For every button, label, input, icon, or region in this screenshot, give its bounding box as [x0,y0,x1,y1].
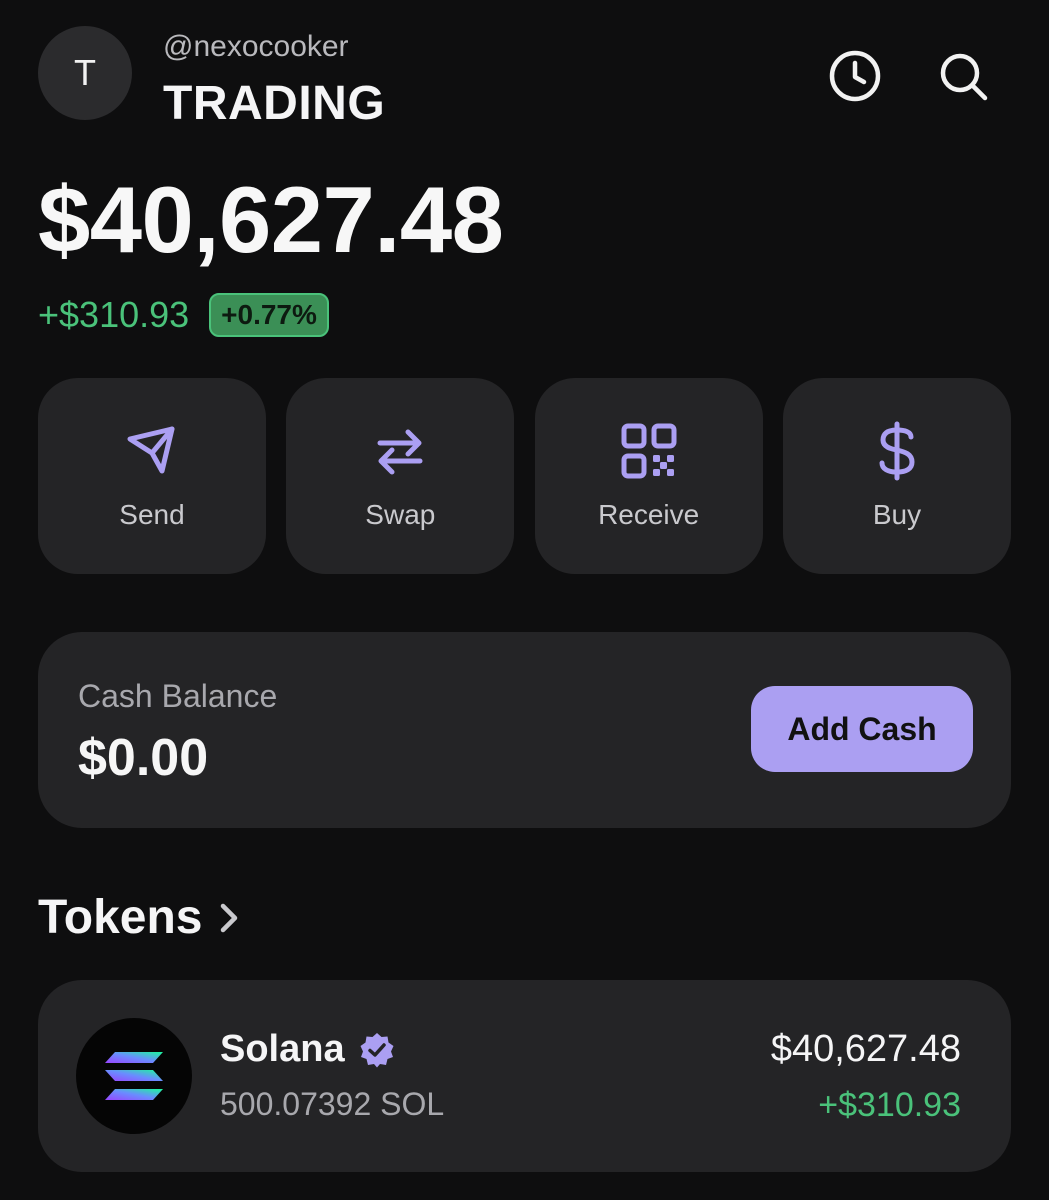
username: @nexocooker [163,30,349,63]
swap-label: Swap [365,499,436,530]
dollar-icon [867,421,927,481]
send-button[interactable]: Send [38,378,266,574]
cash-balance-title: Cash Balance [78,678,278,714]
avatar[interactable]: T [38,26,132,120]
token-amount: 500.07392 SOL [220,1086,445,1122]
buy-button[interactable]: Buy [782,378,1011,574]
receive-button[interactable]: Receive [534,378,763,574]
token-row-solana[interactable]: Solana 500.07392 SOL $40,627.48 +$310.93 [38,980,1011,1172]
token-name-wrap: Solana [220,1028,395,1071]
cash-balance-value: $0.00 [78,729,209,787]
chevron-right-icon [218,901,240,935]
portfolio-change: +$310.93 +0.77% [38,292,329,338]
send-icon [122,421,182,481]
token-name: Solana [220,1028,345,1070]
token-change: +$310.93 [818,1086,961,1124]
change-percent-badge: +0.77% [209,293,329,337]
clock-icon[interactable] [827,48,883,104]
send-label: Send [119,499,185,530]
tokens-title: Tokens [38,891,203,944]
solana-logo-icon [76,1018,192,1134]
action-buttons: Send Swap Receive Buy [38,378,1011,574]
receive-label: Receive [598,499,700,530]
wallet-screen: T @nexocooker TRADING $40,627.48 +$310.9… [0,0,1049,1200]
portfolio-balance: $40,627.48 [38,167,504,272]
buy-label: Buy [872,499,922,530]
swap-button[interactable]: Swap [286,378,515,574]
verified-badge-icon [359,1032,395,1068]
qr-code-icon [619,421,679,481]
search-icon[interactable] [935,48,991,104]
token-value: $40,627.48 [770,1028,961,1070]
change-amount: +$310.93 [38,294,190,335]
header: T @nexocooker TRADING [38,26,1009,130]
cash-balance-card: Cash Balance $0.00 Add Cash [38,632,1011,828]
swap-icon [370,421,430,481]
tokens-section-header[interactable]: Tokens [38,890,240,945]
add-cash-button[interactable]: Add Cash [751,686,973,772]
account-name[interactable]: TRADING [163,76,385,131]
